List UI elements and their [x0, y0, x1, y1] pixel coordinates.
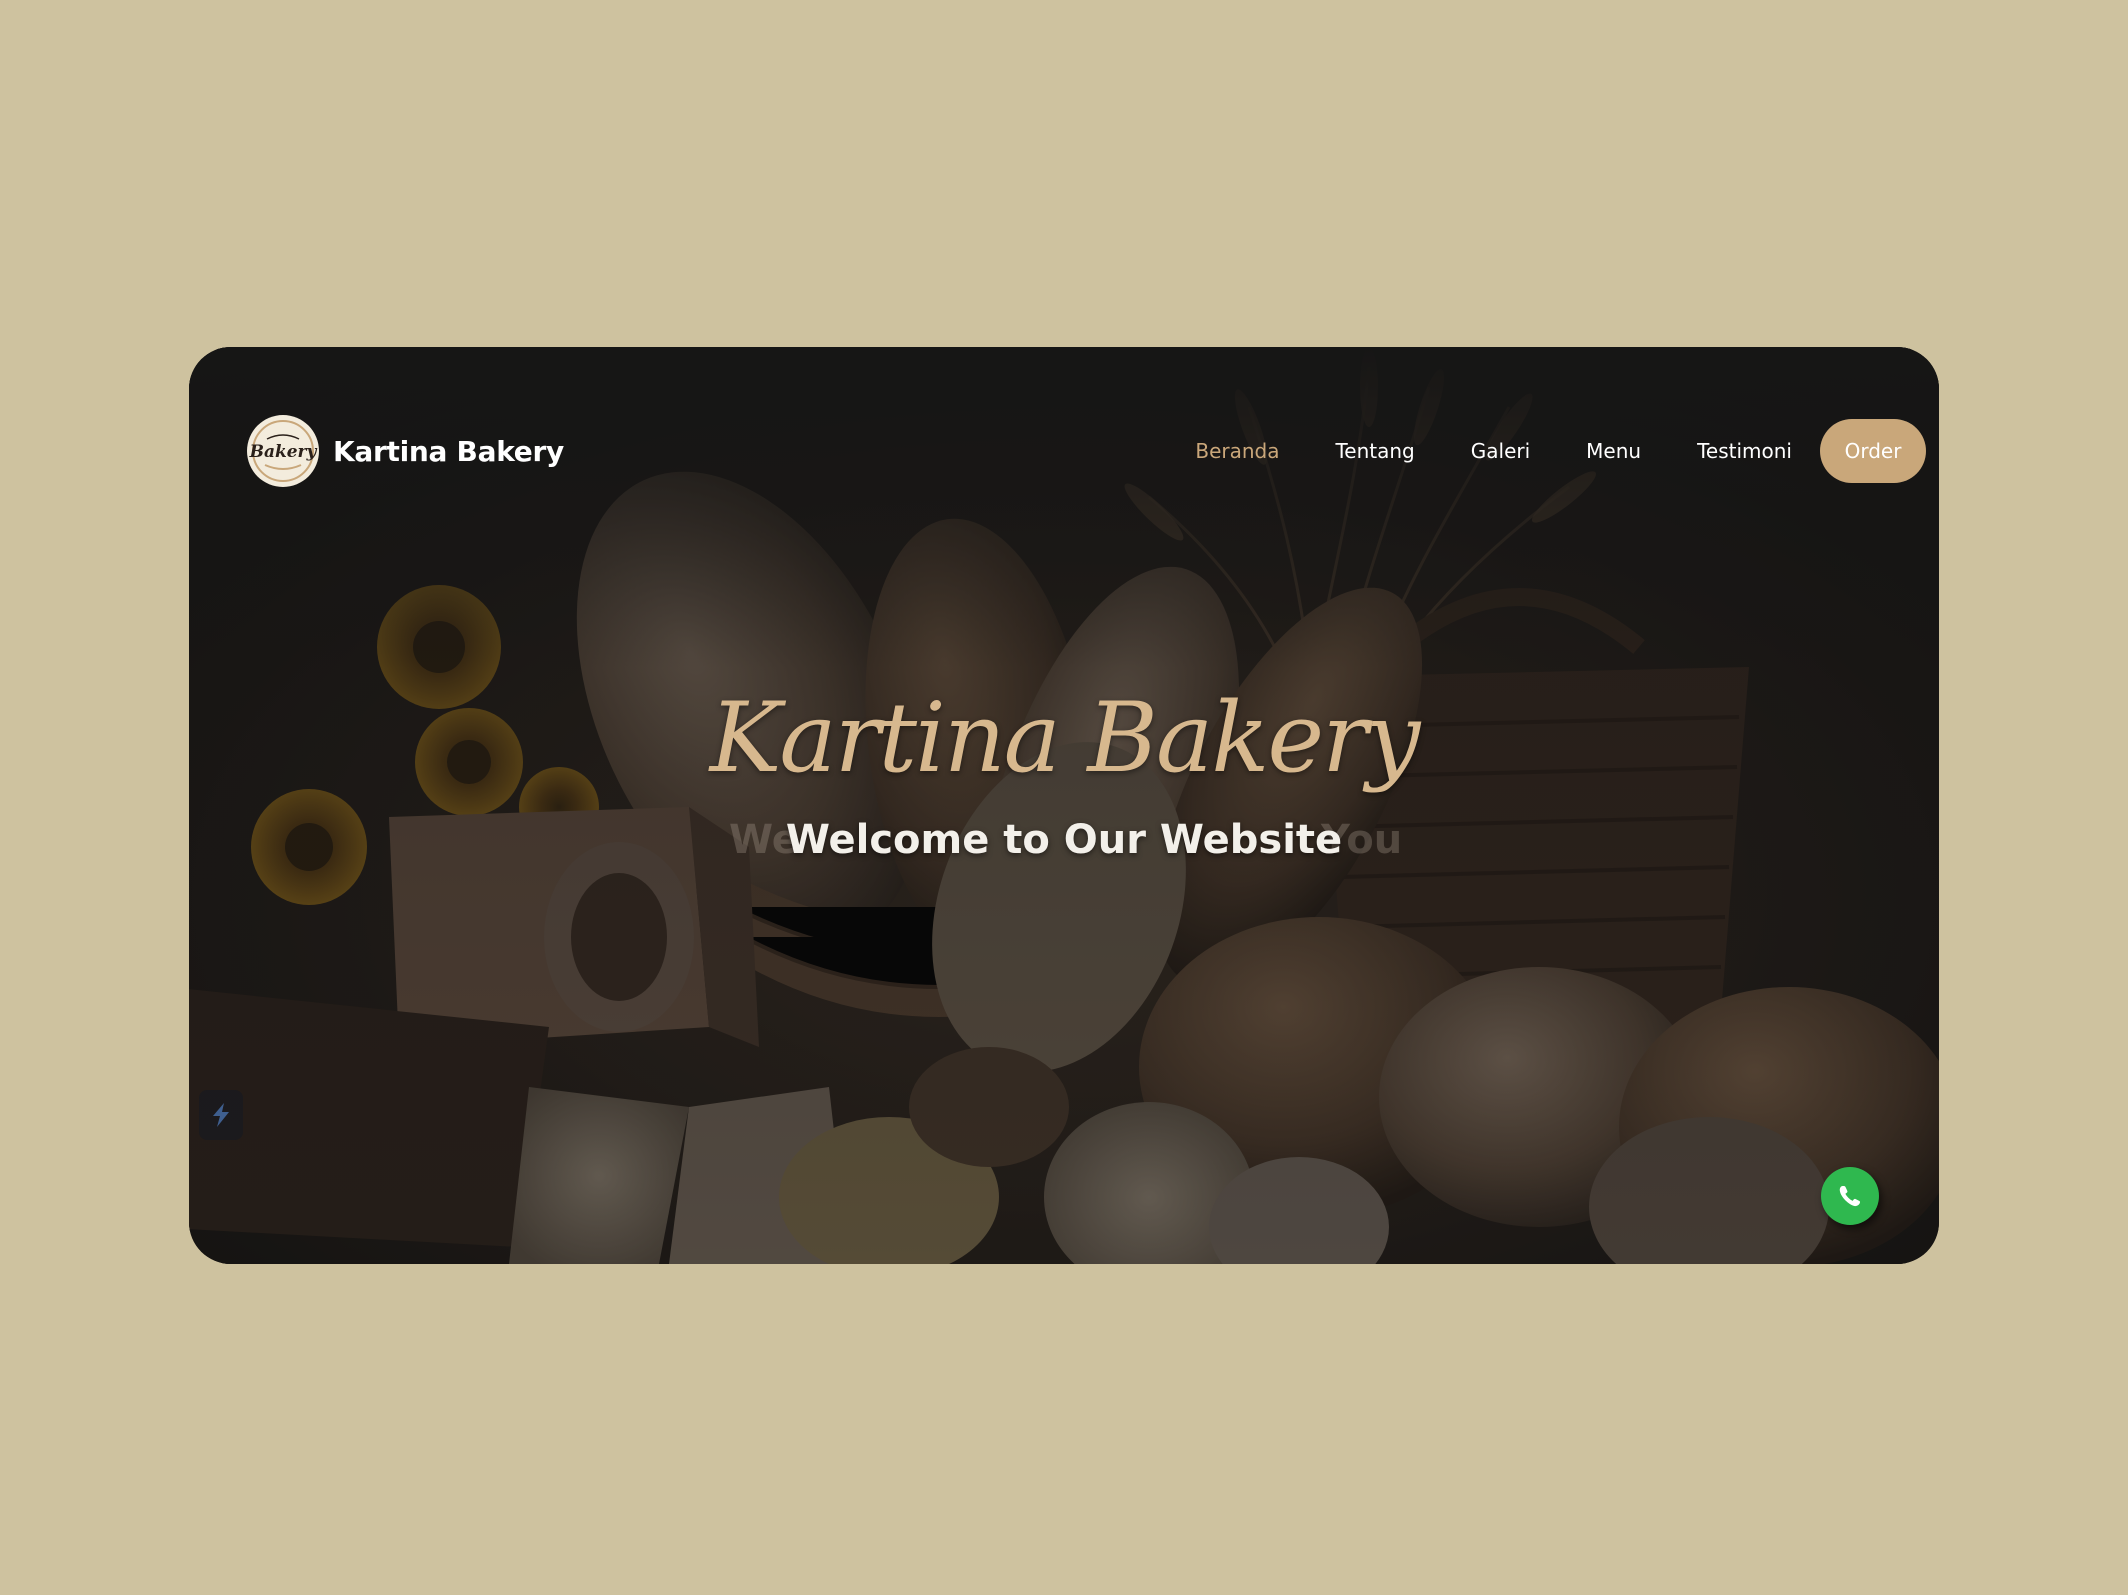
nav-item-tentang[interactable]: Tentang [1335, 439, 1414, 463]
hero-subtitle: Welcome to Our Website [785, 817, 1343, 863]
order-button[interactable]: Order [1820, 419, 1926, 483]
hero-title: Kartina Bakery [709, 682, 1421, 794]
nav-item-testimoni[interactable]: Testimoni [1697, 439, 1792, 463]
nav-menu: Beranda Tentang Galeri Menu Testimoni Or… [1195, 419, 1939, 483]
brand-name: Kartina Bakery [333, 434, 564, 468]
side-widget-button[interactable] [199, 1090, 243, 1140]
bakery-logo: Bakery [247, 415, 319, 487]
whatsapp-button[interactable] [1821, 1167, 1879, 1225]
lightning-icon [213, 1103, 229, 1127]
nav-item-beranda[interactable]: Beranda [1195, 439, 1279, 463]
whatsapp-icon [1839, 1186, 1861, 1207]
svg-text:Bakery: Bakery [249, 442, 318, 462]
brand-link[interactable]: Bakery Kartina Bakery [247, 415, 564, 487]
nav-item-menu[interactable]: Menu [1586, 439, 1641, 463]
navbar: Bakery Kartina Bakery Beranda Tentang Ga… [189, 347, 1939, 557]
browser-window: Bakery Kartina Bakery Beranda Tentang Ga… [189, 347, 1939, 1264]
nav-item-galeri[interactable]: Galeri [1471, 439, 1530, 463]
